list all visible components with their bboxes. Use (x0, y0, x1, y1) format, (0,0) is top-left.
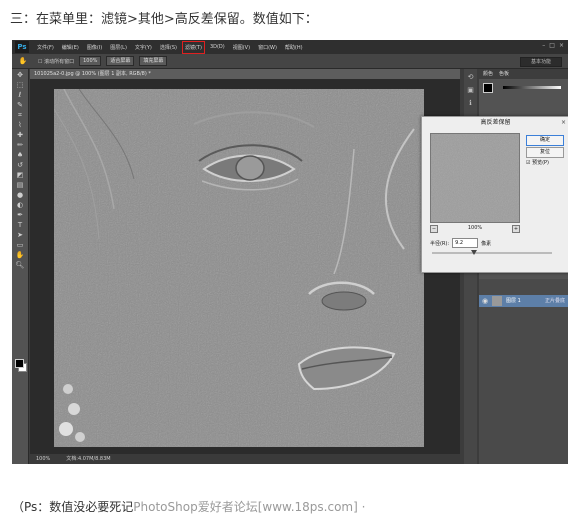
path-select-tool-icon[interactable]: ➤ (15, 231, 25, 239)
preview-zoom-row: − 100% + (430, 225, 520, 233)
dodge-tool-icon[interactable]: ◐ (15, 201, 25, 209)
caption-bottom-text: （Ps：数值没必要死记 (12, 500, 134, 514)
properties-icon[interactable]: ▣ (466, 86, 475, 95)
preview-zoom-value: 100% (467, 225, 483, 231)
healing-tool-icon[interactable]: ✚ (15, 131, 25, 139)
color-panel-tabs: 颜色 色板 (479, 69, 568, 79)
shape-tool-icon[interactable]: ▭ (15, 241, 25, 249)
ok-button[interactable]: 确定 (526, 135, 564, 146)
maximize-icon[interactable]: □ (549, 42, 555, 49)
eraser-tool-icon[interactable]: ◩ (15, 171, 25, 179)
scroll-all-label: 滚动所有窗口 (44, 58, 75, 65)
menu-bar: Ps 文件(F) 编辑(E) 图像(I) 图层(L) 文字(Y) 选择(S) 滤… (12, 40, 568, 54)
pen-tool-icon[interactable]: ✒ (15, 211, 25, 219)
radius-unit: 像素 (481, 240, 492, 247)
history-icon[interactable]: ⟲ (466, 73, 475, 82)
radius-row: 半径(R): 9.2 像素 (430, 238, 491, 248)
canvas-area (30, 79, 460, 454)
menu-help[interactable]: 帮助(H) (285, 44, 303, 51)
type-tool-icon[interactable]: T (15, 221, 25, 229)
scroll-all-checkbox[interactable]: ☐ 滚动所有窗口 (38, 58, 74, 65)
document-tab[interactable]: 101025a2-0.jpg @ 100% (图层 1 副本, RGB/8) * (30, 69, 460, 79)
layers-panel: ◉ 图层 1 正片叠底 (479, 279, 568, 464)
fit-screen-button[interactable]: 适合屏幕 (106, 56, 135, 66)
zoom-100-button[interactable]: 100% (79, 56, 102, 66)
menu-3d[interactable]: 3D(D) (210, 44, 225, 50)
preview-checkbox-label: 预览(P) (532, 160, 549, 166)
workspace-select[interactable]: 基本功能 (520, 57, 562, 67)
hand-tool-icon[interactable]: ✋ (15, 251, 25, 259)
foreground-color-swatch[interactable] (15, 359, 24, 368)
options-bar: ✋ ☐ 滚动所有窗口 100% 适合屏幕 填充屏幕 基本功能 (12, 54, 568, 69)
tab-color[interactable]: 颜色 (483, 69, 493, 79)
eye-icon[interactable]: ◉ (482, 297, 488, 305)
brush-tool-icon[interactable]: ✏ (15, 141, 25, 149)
move-tool-icon[interactable]: ✥ (15, 71, 25, 79)
ps-logo: Ps (15, 41, 29, 53)
caption-top: 三：在菜单里：滤镜>其他>高反差保留。数值如下： (10, 12, 318, 27)
blur-tool-icon[interactable]: ● (15, 191, 25, 199)
reset-button[interactable]: 复位 (526, 147, 564, 158)
menu-view[interactable]: 视图(V) (233, 44, 250, 51)
high-pass-face-image (54, 89, 424, 447)
photoshop-window: Ps 文件(F) 编辑(E) 图像(I) 图层(L) 文字(Y) 选择(S) 滤… (12, 40, 568, 464)
quick-select-tool-icon[interactable]: ✎ (15, 101, 25, 109)
color-slider[interactable] (503, 86, 561, 89)
tools-panel: ✥ ⬚ ℓ ✎ ⌗ ⌇ ✚ ✏ ♠ ↺ ◩ ▤ ● ◐ ✒ T ➤ ▭ ✋ 🔍︎ (12, 69, 29, 464)
high-pass-dialog: 高反差保留 × − 100% + 确定 复位 ☑ 预览(P) 半径(R): 9.… (421, 116, 568, 273)
radius-label: 半径(R): (430, 240, 450, 247)
menu-window[interactable]: 窗口(W) (258, 44, 277, 51)
watermark-text: PhotoShop爱好者论坛[www.18ps.com] · (133, 500, 366, 514)
minimize-icon[interactable]: – (542, 42, 545, 49)
tab-swatches[interactable]: 色板 (499, 69, 509, 79)
layer-thumbnail (492, 296, 502, 306)
status-zoom[interactable]: 100% (36, 454, 50, 464)
status-bar: 100% 文档:4.07M/8.83M (30, 454, 460, 464)
radius-slider-thumb[interactable] (471, 250, 477, 255)
info-icon[interactable]: ℹ (466, 99, 475, 108)
marquee-tool-icon[interactable]: ⬚ (15, 81, 25, 89)
preview-checkbox[interactable]: ☑ 预览(P) (526, 159, 549, 166)
caption-bottom: （Ps：数值没必要死记PhotoShop爱好者论坛[www.18ps.com] … (12, 498, 365, 515)
gradient-tool-icon[interactable]: ▤ (15, 181, 25, 189)
lasso-tool-icon[interactable]: ℓ (15, 91, 25, 99)
menu-image[interactable]: 图像(I) (87, 44, 102, 51)
close-icon[interactable]: × (559, 42, 564, 49)
face-relief-graphic (54, 89, 424, 447)
layer-row[interactable]: ◉ 图层 1 正片叠底 (479, 295, 568, 307)
menu-edit[interactable]: 编辑(E) (62, 44, 79, 51)
fill-screen-button[interactable]: 填充屏幕 (139, 56, 168, 66)
window-controls: – □ × (542, 42, 564, 49)
menu-type[interactable]: 文字(Y) (135, 44, 152, 51)
zoom-tool-icon[interactable]: 🔍︎ (15, 261, 25, 269)
radius-slider[interactable] (432, 250, 552, 255)
zoom-out-icon[interactable]: − (430, 225, 438, 233)
layer-blend-mode: 正片叠底 (544, 298, 565, 304)
status-doc-size: 文档:4.07M/8.83M (66, 456, 111, 462)
eyedropper-tool-icon[interactable]: ⌇ (15, 121, 25, 129)
menu-filter[interactable]: 滤镜(T) (181, 40, 205, 54)
zoom-in-icon[interactable]: + (511, 225, 520, 233)
close-icon[interactable]: × (561, 119, 566, 126)
filter-preview[interactable] (430, 133, 520, 223)
color-swatches (483, 83, 493, 93)
menu-file[interactable]: 文件(F) (37, 44, 54, 51)
crop-tool-icon[interactable]: ⌗ (15, 111, 25, 119)
layer-name: 图层 1 (506, 298, 521, 304)
history-brush-icon[interactable]: ↺ (15, 161, 25, 169)
menu-select[interactable]: 选择(S) (160, 44, 177, 51)
dialog-title: 高反差保留 (480, 119, 511, 126)
menu-layer[interactable]: 图层(L) (110, 44, 127, 51)
preview-texture (431, 134, 519, 222)
hand-tool-icon[interactable]: ✋ (18, 57, 28, 65)
radius-input[interactable]: 9.2 (452, 238, 479, 248)
stamp-tool-icon[interactable]: ♠ (15, 151, 25, 159)
